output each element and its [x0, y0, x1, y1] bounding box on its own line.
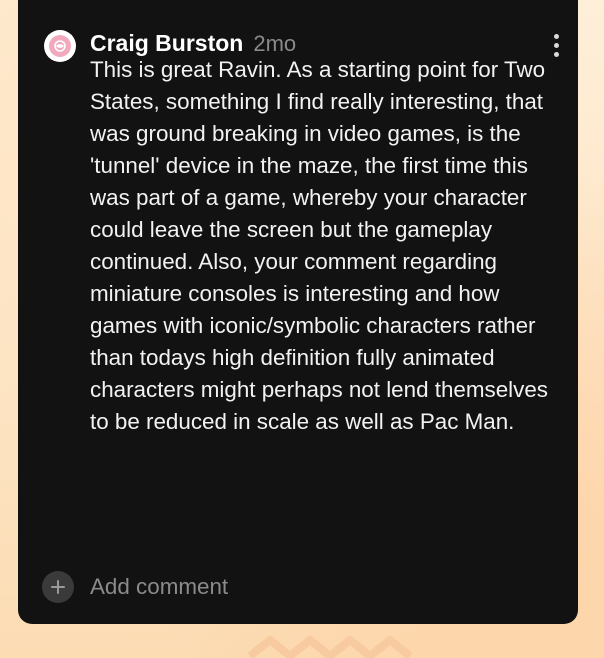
add-comment-placeholder: Add comment: [90, 574, 229, 599]
avatar[interactable]: [44, 30, 76, 62]
background-decoration: [247, 636, 413, 658]
add-comment-field[interactable]: Add comment: [42, 570, 228, 604]
avatar-icon: [49, 35, 71, 57]
author-name[interactable]: Craig Burston: [90, 30, 243, 57]
add-comment-button[interactable]: [42, 571, 74, 603]
more-vertical-icon: [553, 33, 559, 39]
more-vertical-icon: [553, 42, 559, 48]
comment-card: Craig Burston 2mo This is great Ravin. A…: [18, 0, 578, 624]
comment-body: This is great Ravin. As a starting point…: [90, 57, 549, 434]
plus-icon: [51, 580, 65, 594]
